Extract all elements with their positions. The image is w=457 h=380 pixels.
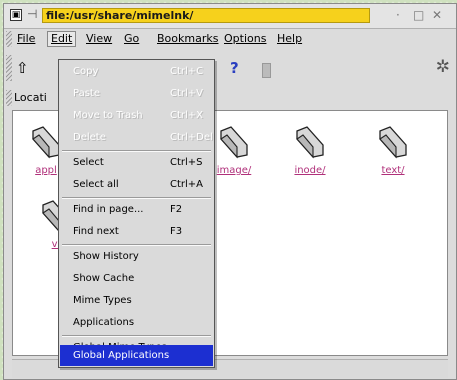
window-title: file:/usr/share/mimelnk/ (42, 8, 370, 23)
menu-item-global-applications[interactable]: Global Applications (60, 345, 213, 366)
menu-item-delete: Delete Ctrl+Del (73, 132, 213, 143)
location-label: Locati (14, 91, 47, 104)
menu-item-show-history[interactable]: Show History (60, 246, 213, 268)
folder-item[interactable]: image/ (209, 123, 259, 176)
menu-item-find-next[interactable]: Find next F3 (60, 221, 213, 243)
folder-label[interactable]: inode/ (285, 165, 335, 176)
menu-item-applications[interactable]: Applications (60, 312, 213, 334)
menu-go[interactable]: Go (121, 31, 142, 47)
folder-item[interactable]: text/ (368, 123, 418, 176)
folder-icon (379, 126, 407, 159)
trash-icon[interactable] (262, 63, 271, 78)
sticky-pin-icon[interactable]: ⊣ (27, 7, 37, 21)
gear-icon[interactable]: ✲ (436, 57, 450, 77)
minimize-icon[interactable]: · (396, 8, 400, 22)
up-arrow-icon[interactable]: ⇧ (16, 59, 29, 77)
folder-icon (296, 126, 324, 159)
menu-options[interactable]: Options (221, 31, 269, 47)
window-menu-icon[interactable]: ▣ (10, 9, 22, 21)
menu-item-show-cache[interactable]: Show Cache (60, 268, 213, 290)
folder-icon (220, 126, 248, 159)
location-grip[interactable] (6, 90, 12, 106)
maximize-icon[interactable]: □ (413, 8, 424, 22)
menu-item-find-in-page[interactable]: Find in page... F2 (60, 199, 213, 221)
menu-edit[interactable]: Edit (47, 31, 77, 47)
help-icon[interactable]: ? (230, 59, 239, 77)
menu-item-move-to-trash: Move to Trash Ctrl+X (73, 110, 204, 121)
folder-label[interactable]: text/ (368, 165, 418, 176)
folder-label[interactable]: image/ (209, 165, 259, 176)
title-bar[interactable]: ▣ ⊣ file:/usr/share/mimelnk/ · □ ✕ (4, 4, 456, 29)
menu-item-copy: Copy Ctrl+C (73, 66, 204, 77)
menu-file[interactable]: File (14, 31, 38, 47)
toolbar-grip[interactable] (6, 55, 12, 81)
menu-bar: File Edit View Go Bookmarks Options Help (4, 29, 456, 49)
menu-item-select[interactable]: Select Ctrl+S (60, 152, 213, 174)
menubar-grip[interactable] (6, 31, 12, 47)
menu-help[interactable]: Help (274, 31, 305, 47)
folder-item[interactable]: inode/ (285, 123, 335, 176)
menu-item-select-all[interactable]: Select all Ctrl+A (60, 174, 213, 196)
menu-bookmarks[interactable]: Bookmarks (154, 31, 221, 47)
edit-menu: Copy Ctrl+C Paste Ctrl+V Move to Trash Ctrl… (58, 59, 215, 368)
menu-item-paste: Paste Ctrl+V (73, 88, 204, 99)
menu-view[interactable]: View (83, 31, 115, 47)
menu-item-mime-types[interactable]: Mime Types (60, 290, 213, 312)
close-icon[interactable]: ✕ (432, 8, 442, 22)
